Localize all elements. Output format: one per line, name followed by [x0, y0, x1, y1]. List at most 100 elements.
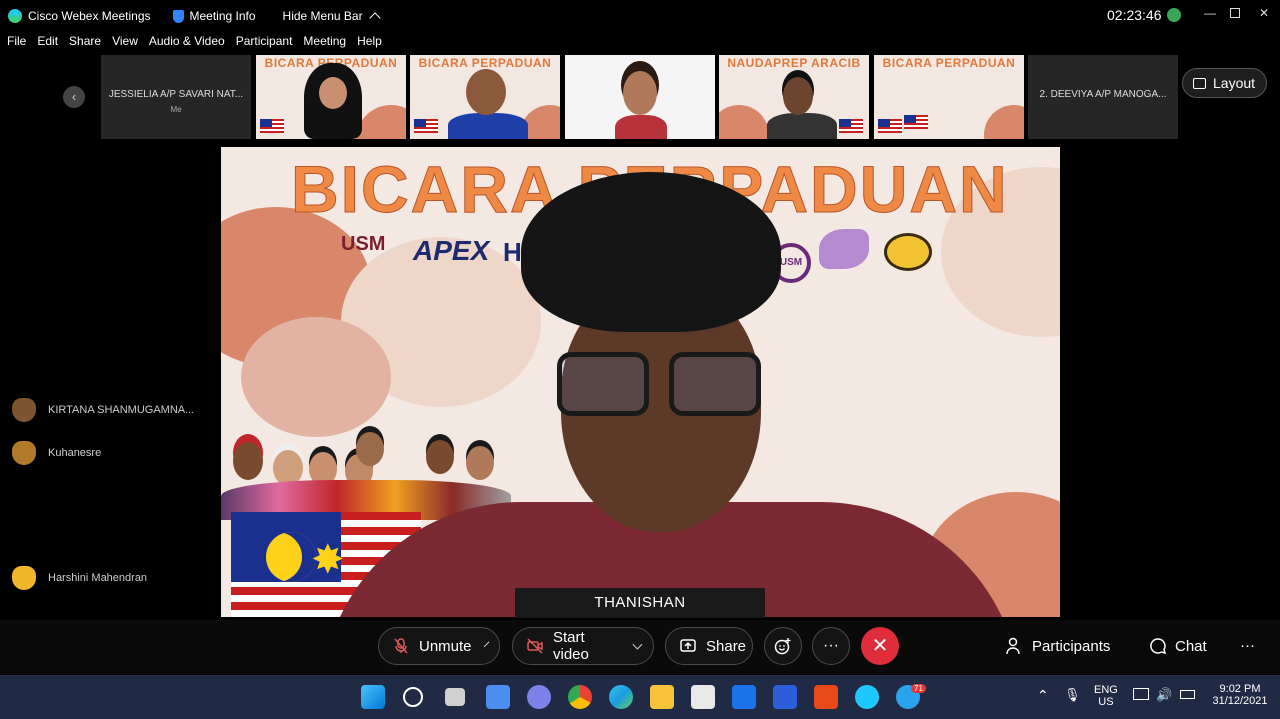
- participant-tile-video[interactable]: NAUDAPREP ARACIB: [719, 55, 869, 139]
- unmute-label: Unmute: [419, 637, 472, 655]
- flag-image: [839, 119, 863, 133]
- layout-icon: [1193, 77, 1206, 89]
- windows-start-icon[interactable]: [361, 685, 385, 709]
- teams-chat-icon[interactable]: [527, 685, 551, 709]
- network-signal-icon[interactable]: [1167, 8, 1181, 22]
- store-icon[interactable]: [691, 685, 715, 709]
- flag-image: [260, 119, 284, 133]
- share-button[interactable]: Share: [665, 627, 753, 665]
- menu-view[interactable]: View: [112, 34, 138, 52]
- webex-taskbar-icon[interactable]: [855, 685, 879, 709]
- meeting-info-label: Meeting Info: [189, 9, 256, 23]
- volume-icon[interactable]: 🔊: [1156, 687, 1172, 703]
- start-video-label: Start video: [553, 629, 589, 663]
- raised-hand-icon: [12, 441, 36, 465]
- participant-tile-name[interactable]: 2. DEEVIYA A/P MANOGA...: [1028, 55, 1178, 139]
- participants-button[interactable]: Participants: [1006, 637, 1110, 655]
- flag-image: [904, 115, 928, 129]
- reaction-item: KIRTANA SHANMUGAMNA...: [12, 398, 194, 422]
- start-video-button[interactable]: Start video: [512, 627, 654, 665]
- participant-image: [615, 115, 667, 139]
- participant-tile-video[interactable]: BICARA PERPADUAN: [874, 55, 1024, 139]
- chevron-down-icon[interactable]: [483, 641, 490, 647]
- chat-button[interactable]: Chat: [1149, 637, 1207, 655]
- clock-date: 31/12/2021: [1212, 695, 1268, 707]
- search-icon[interactable]: [403, 687, 423, 707]
- overflow-menu-button[interactable]: ···: [1240, 637, 1255, 654]
- participant-tile-video[interactable]: [565, 55, 715, 139]
- unread-badge: 71: [911, 684, 926, 693]
- maximize-icon[interactable]: [1230, 8, 1240, 18]
- person-image: [356, 432, 384, 466]
- menu-participant[interactable]: Participant: [236, 34, 293, 52]
- hair-image: [521, 172, 781, 332]
- end-call-button[interactable]: ✕: [861, 627, 899, 665]
- mail-icon[interactable]: [732, 685, 756, 709]
- active-speaker-video[interactable]: BICARA PERPADUAN USM APEX H EK USM ✸: [221, 147, 1060, 617]
- shield-icon: [172, 9, 184, 23]
- meeting-timer: 02:23:46: [1107, 7, 1162, 23]
- minimize-icon[interactable]: —: [1203, 6, 1217, 20]
- participant-image: [767, 113, 837, 139]
- more-options-button[interactable]: ···: [812, 627, 850, 665]
- face-image: [783, 77, 813, 115]
- edge-icon[interactable]: [609, 685, 633, 709]
- emoji-icon: [774, 638, 791, 655]
- app-icon[interactable]: [773, 685, 797, 709]
- close-icon[interactable]: ✕: [1257, 6, 1271, 20]
- chevron-up-icon[interactable]: ⌃: [1037, 687, 1049, 704]
- unmute-button[interactable]: Unmute: [378, 627, 500, 665]
- chevron-down-icon[interactable]: [632, 639, 643, 649]
- lens-image: [669, 352, 761, 416]
- glasses-image: [557, 352, 767, 422]
- network-icon[interactable]: [1133, 688, 1149, 700]
- tile-name: JESSIELIA A/P SAVARI NAT...: [108, 89, 244, 100]
- battery-icon[interactable]: [1180, 690, 1195, 699]
- share-label: Share: [706, 637, 747, 655]
- clap-icon: [12, 566, 36, 590]
- menu-share[interactable]: Share: [69, 34, 101, 52]
- language-indicator[interactable]: ENG US: [1094, 684, 1118, 708]
- participant-tile-video[interactable]: BICARA PERPADUAN: [256, 55, 406, 139]
- layout-button[interactable]: Layout: [1182, 68, 1267, 98]
- menu-meeting[interactable]: Meeting: [303, 34, 346, 52]
- poster-blob: [984, 105, 1024, 139]
- meeting-controls-bar: Unmute Start video Share ··· ✕ Participa…: [0, 620, 1280, 674]
- language-code: ENG: [1094, 684, 1118, 696]
- windows-taskbar: 71 ⌃ 🎙 ENG US 🔊 9:02 PM 31/12/2021: [0, 675, 1280, 719]
- hide-menu-label: Hide Menu Bar: [282, 9, 363, 23]
- participant-tile-video[interactable]: BICARA PERPADUAN: [410, 55, 560, 139]
- file-explorer-icon[interactable]: [650, 685, 674, 709]
- chrome-icon[interactable]: [568, 685, 592, 709]
- office-icon[interactable]: [814, 685, 838, 709]
- menu-help[interactable]: Help: [357, 34, 382, 52]
- filmstrip-prev-button[interactable]: ‹: [63, 86, 85, 108]
- reaction-participant-name: KIRTANA SHANMUGAMNA...: [48, 404, 195, 416]
- menu-file[interactable]: File: [7, 34, 26, 52]
- task-view-icon[interactable]: [445, 688, 465, 706]
- speaker-name-label: THANISHAN: [515, 588, 765, 618]
- system-clock[interactable]: 9:02 PM 31/12/2021: [1210, 683, 1270, 707]
- phoenix-logo: [819, 229, 869, 269]
- participant-tile-self[interactable]: JESSIELIA A/P SAVARI NAT... Me: [101, 55, 251, 139]
- poster-blob: [719, 105, 769, 139]
- chat-icon: [1150, 638, 1167, 655]
- menu-edit[interactable]: Edit: [37, 34, 58, 52]
- hide-menu-bar-button[interactable]: Hide Menu Bar: [282, 9, 381, 24]
- reaction-participant-name: Harshini Mahendran: [48, 572, 148, 584]
- reactions-button[interactable]: [764, 627, 802, 665]
- menu-bar: File Edit Share View Audio & Video Parti…: [0, 34, 386, 52]
- star-icon: ✸: [311, 538, 345, 582]
- face-image: [319, 77, 347, 109]
- microphone-icon[interactable]: 🎙: [1064, 687, 1081, 703]
- menu-audio-video[interactable]: Audio & Video: [149, 34, 225, 52]
- lens-image: [557, 352, 649, 416]
- poster-title: BICARA PERPADUAN: [418, 56, 552, 70]
- thumbs-up-icon: [12, 398, 36, 422]
- crescent-icon: [266, 532, 316, 582]
- participants-icon: [1006, 637, 1020, 655]
- widgets-icon[interactable]: [486, 685, 510, 709]
- app-name: Cisco Webex Meetings: [28, 9, 151, 23]
- reaction-participant-name: Kuhanesre: [48, 447, 102, 459]
- meeting-info-button[interactable]: Meeting Info: [172, 9, 256, 23]
